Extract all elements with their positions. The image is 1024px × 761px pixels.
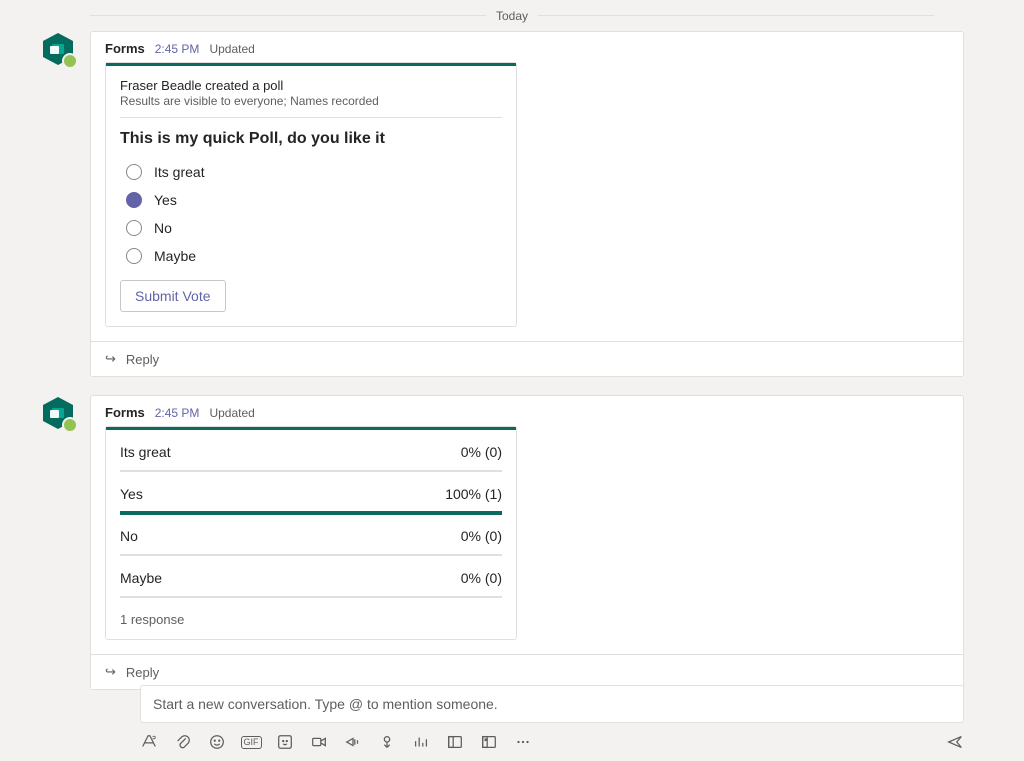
news-icon[interactable] xyxy=(446,733,464,751)
result-label: Its great xyxy=(120,444,171,460)
radio-icon xyxy=(126,220,142,236)
result-percent: 0% (0) xyxy=(461,570,502,586)
submit-vote-button[interactable]: Submit Vote xyxy=(120,280,226,312)
poll-option[interactable]: Yes xyxy=(126,186,502,214)
presence-available-icon xyxy=(62,417,78,433)
radio-icon xyxy=(126,248,142,264)
compose-placeholder: Start a new conversation. Type @ to ment… xyxy=(153,696,498,712)
result-bar xyxy=(120,554,502,556)
reply-button[interactable]: ↩ Reply xyxy=(91,654,963,689)
compose-area: Start a new conversation. Type @ to ment… xyxy=(140,685,964,751)
more-icon[interactable] xyxy=(514,733,532,751)
result-row: Its great 0% (0) xyxy=(120,444,502,472)
result-label: Maybe xyxy=(120,570,162,586)
message-card: Forms 2:45 PM Updated Its great 0% (0) Y… xyxy=(90,395,964,690)
gif-icon[interactable]: GIF xyxy=(242,733,260,751)
send-icon[interactable] xyxy=(946,733,964,751)
message-card: Forms 2:45 PM Updated Fraser Beadle crea… xyxy=(90,31,964,377)
reply-arrow-icon: ↩ xyxy=(105,351,116,367)
compose-toolbar: GIF xyxy=(140,733,964,751)
result-row: Yes 100% (1) xyxy=(120,486,502,514)
poll-option-label: Its great xyxy=(154,164,205,180)
poll-attachment: Fraser Beadle created a poll Results are… xyxy=(105,62,517,327)
compose-input[interactable]: Start a new conversation. Type @ to ment… xyxy=(140,685,964,723)
results-attachment: Its great 0% (0) Yes 100% (1) No 0% (0 xyxy=(105,426,517,640)
poll-option[interactable]: Its great xyxy=(126,158,502,186)
result-percent: 100% (1) xyxy=(445,486,502,502)
result-percent: 0% (0) xyxy=(461,528,502,544)
result-label: Yes xyxy=(120,486,143,502)
poll-option-label: Maybe xyxy=(154,248,196,264)
poll-option[interactable]: Maybe xyxy=(126,242,502,270)
reply-button[interactable]: ↩ Reply xyxy=(91,341,963,376)
meet-now-icon[interactable] xyxy=(310,733,328,751)
poll-option-label: Yes xyxy=(154,192,177,208)
presence-available-icon xyxy=(62,53,78,69)
poll-option[interactable]: No xyxy=(126,214,502,242)
result-label: No xyxy=(120,528,138,544)
poll-options: Its great Yes No Maybe xyxy=(126,158,502,270)
date-divider: Today xyxy=(90,8,934,23)
result-bar xyxy=(120,596,502,598)
format-icon[interactable] xyxy=(140,733,158,751)
radio-selected-icon xyxy=(126,192,142,208)
sticker-icon[interactable] xyxy=(276,733,294,751)
message-poll: Forms 2:45 PM Updated Fraser Beadle crea… xyxy=(90,31,964,377)
poll-icon[interactable] xyxy=(412,733,430,751)
date-divider-label: Today xyxy=(496,9,528,23)
edit-status: Updated xyxy=(209,42,254,56)
sender-name: Forms xyxy=(105,405,145,420)
sender-name: Forms xyxy=(105,41,145,56)
message-header: Forms 2:45 PM Updated xyxy=(91,396,963,426)
emoji-icon[interactable] xyxy=(208,733,226,751)
reply-label: Reply xyxy=(126,665,159,680)
reply-arrow-icon: ↩ xyxy=(105,664,116,680)
result-percent: 0% (0) xyxy=(461,444,502,460)
poll-option-label: No xyxy=(154,220,172,236)
praise-icon[interactable] xyxy=(378,733,396,751)
result-row: Maybe 0% (0) xyxy=(120,570,502,598)
timestamp: 2:45 PM xyxy=(155,406,200,420)
poll-question: This is my quick Poll, do you like it xyxy=(120,130,502,148)
message-header: Forms 2:45 PM Updated xyxy=(91,32,963,62)
timestamp: 2:45 PM xyxy=(155,42,200,56)
attach-icon[interactable] xyxy=(174,733,192,751)
avatar xyxy=(40,31,76,67)
poll-creator-line: Fraser Beadle created a poll xyxy=(120,78,502,93)
app-icon[interactable] xyxy=(480,733,498,751)
result-row: No 0% (0) xyxy=(120,528,502,556)
message-results: Forms 2:45 PM Updated Its great 0% (0) Y… xyxy=(90,395,964,690)
avatar xyxy=(40,395,76,431)
stream-icon[interactable] xyxy=(344,733,362,751)
result-bar xyxy=(120,512,502,514)
response-count: 1 response xyxy=(120,612,502,627)
edit-status: Updated xyxy=(209,406,254,420)
poll-visibility-line: Results are visible to everyone; Names r… xyxy=(120,94,502,118)
result-bar xyxy=(120,470,502,472)
radio-icon xyxy=(126,164,142,180)
reply-label: Reply xyxy=(126,352,159,367)
